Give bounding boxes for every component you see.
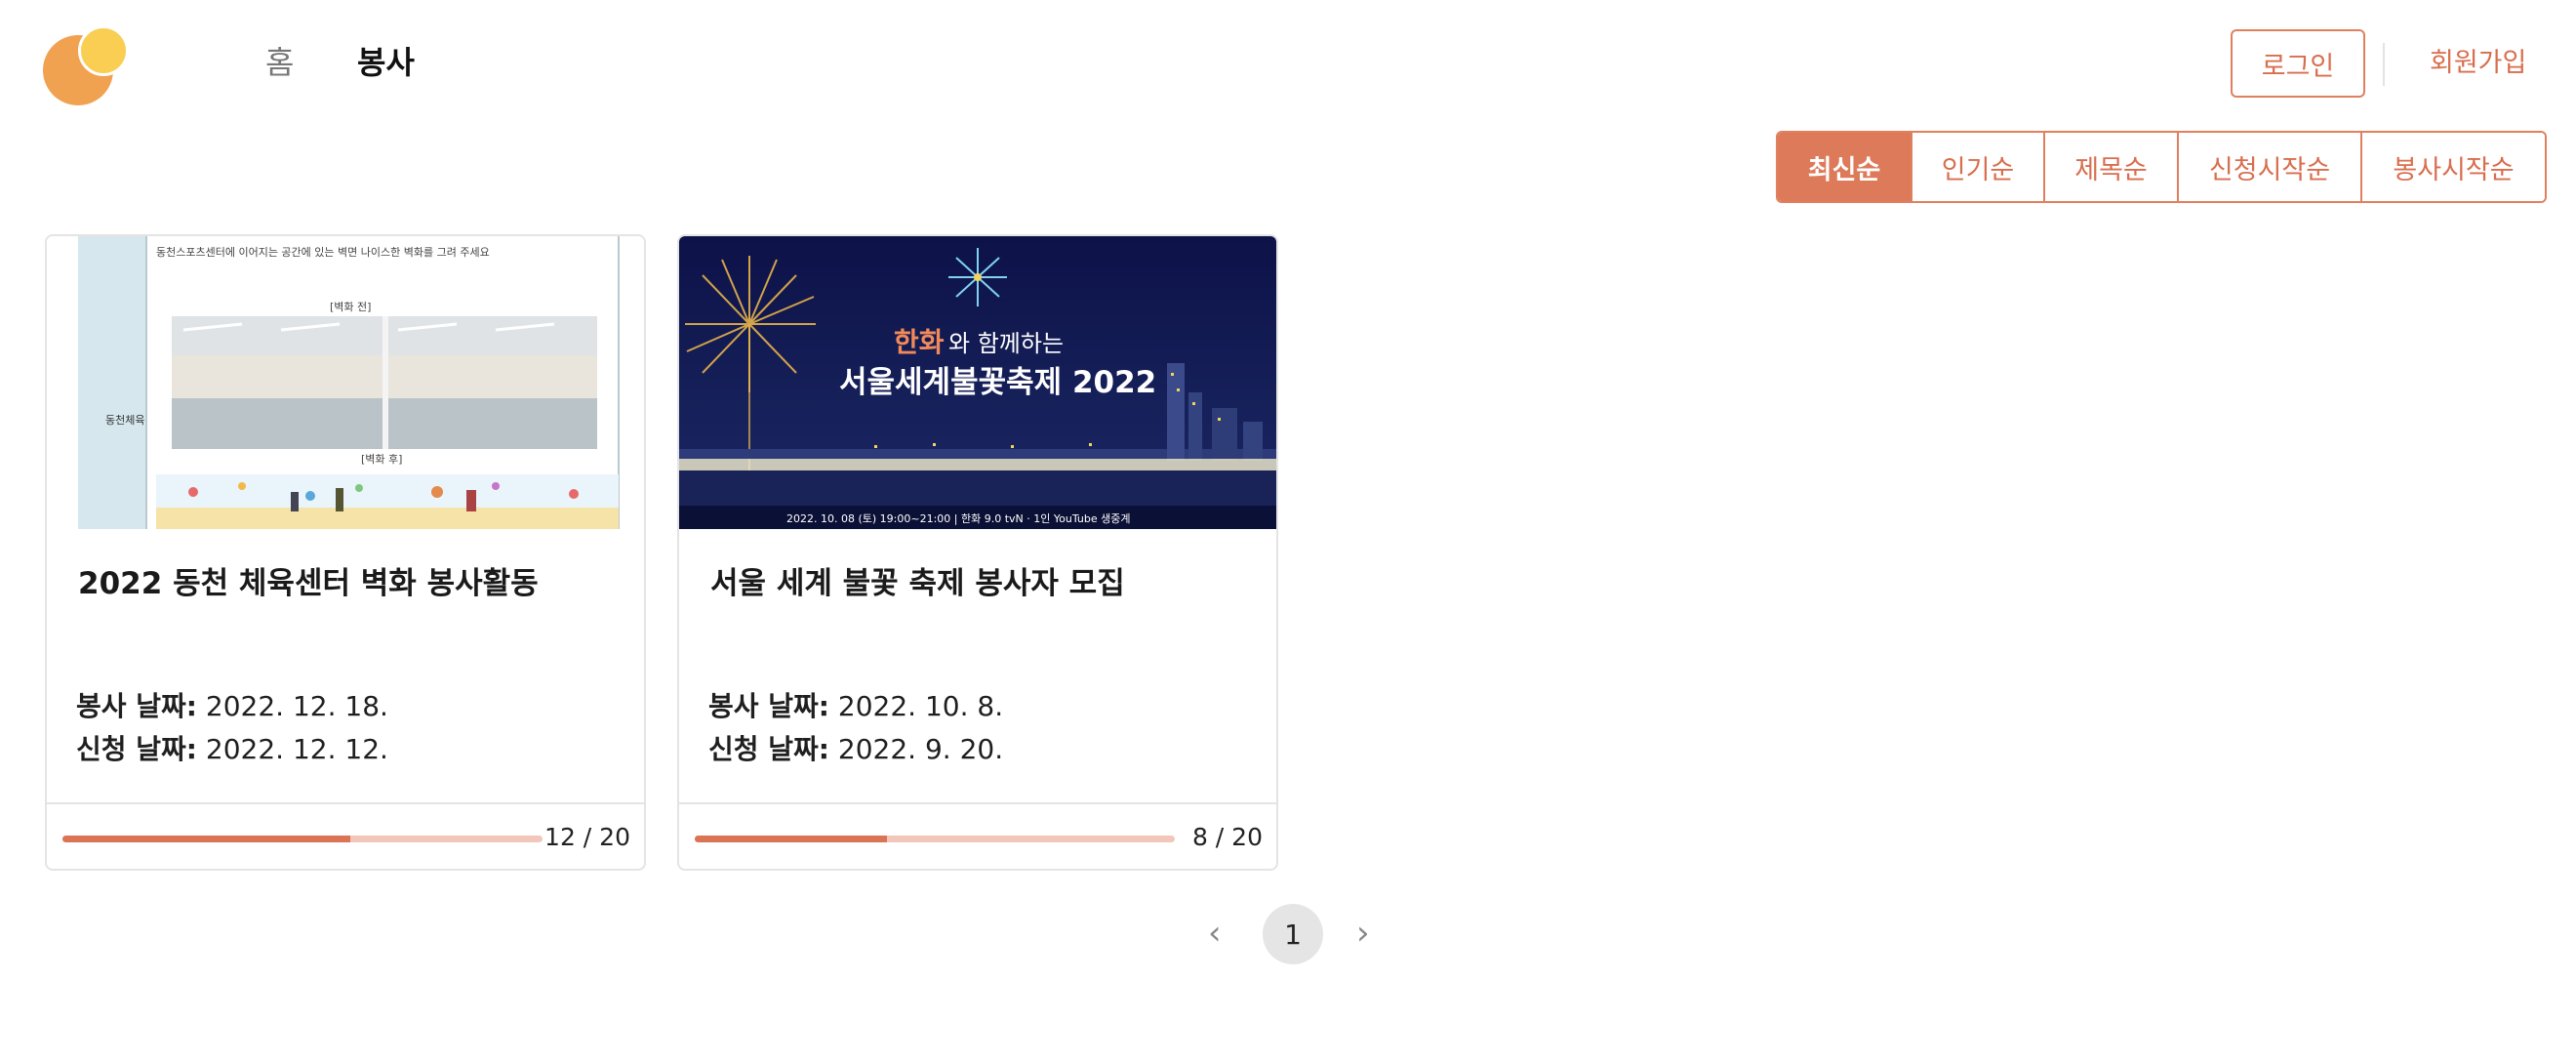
apply-date: 2022. 9. 20. — [837, 733, 1004, 765]
card-footer: 12 / 20 — [47, 802, 644, 869]
svg-text:동천체육: 동천체육 — [105, 413, 144, 427]
service-date-row: 봉사 날짜: 2022. 12. 18. — [76, 687, 388, 726]
volunteer-card[interactable]: 한화 와 함께하는 서울세계불꽃축제 2022 2022. 10. 08 (토)… — [677, 234, 1278, 871]
progress-bar — [62, 836, 543, 842]
pagination-prev-icon[interactable]: ‹ — [1208, 916, 1222, 951]
signup-link[interactable]: 회원가입 — [2430, 45, 2526, 82]
sort-latest[interactable]: 최신순 — [1778, 133, 1912, 201]
apply-date-row: 신청 날짜: 2022. 12. 12. — [76, 730, 388, 769]
apply-date-label: 신청 날짜: — [76, 733, 197, 765]
apply-date-label: 신청 날짜: — [708, 733, 829, 765]
apply-date: 2022. 12. 12. — [205, 733, 388, 765]
sort-apply-start[interactable]: 신청시작순 — [2179, 133, 2362, 201]
card-title[interactable]: 서울 세계 불꽃 축제 봉사자 모집 — [710, 562, 1125, 605]
sort-title[interactable]: 제목순 — [2045, 133, 2179, 201]
svg-text:와 함께하는: 와 함께하는 — [948, 330, 1064, 357]
pagination-page-current[interactable]: 1 — [1263, 904, 1323, 964]
sort-tabs: 최신순 인기순 제목순 신청시작순 봉사시작순 — [1776, 131, 2547, 203]
service-date: 2022. 10. 8. — [837, 690, 1004, 722]
svg-text:[벽화 후]: [벽화 후] — [361, 453, 402, 466]
svg-text:한화: 한화 — [894, 326, 945, 358]
participant-count: 8 / 20 — [1191, 823, 1263, 851]
card-image-mural: 동천체육 동천스포츠센터에 이어지는 공간에 있는 벽면 나이스한 벽화를 그려… — [47, 236, 644, 529]
progress-bar — [695, 836, 1175, 842]
nav-volunteer[interactable]: 봉사 — [357, 43, 415, 82]
participant-count: 12 / 20 — [544, 823, 630, 851]
header-divider — [2383, 43, 2385, 86]
sort-service-start[interactable]: 봉사시작순 — [2362, 133, 2545, 201]
card-image-fireworks: 한화 와 함께하는 서울세계불꽃축제 2022 2022. 10. 08 (토)… — [679, 236, 1276, 529]
svg-text:동천스포츠센터에 이어지는 공간에 있는 벽면 나이스한 벽: 동천스포츠센터에 이어지는 공간에 있는 벽면 나이스한 벽화를 그려 주세요 — [156, 245, 490, 259]
svg-text:서울세계불꽃축제 2022: 서울세계불꽃축제 2022 — [839, 365, 1156, 400]
login-button[interactable]: 로그인 — [2231, 29, 2365, 98]
card-footer: 8 / 20 — [679, 802, 1276, 869]
apply-date-row: 신청 날짜: 2022. 9. 20. — [708, 730, 1003, 769]
logo-yellow-circle — [78, 25, 129, 76]
service-date-label: 봉사 날짜: — [76, 690, 197, 722]
service-date-row: 봉사 날짜: 2022. 10. 8. — [708, 687, 1003, 726]
progress-fill — [695, 836, 887, 842]
pagination-next-icon[interactable]: › — [1356, 916, 1370, 951]
card-title[interactable]: 2022 동천 체육센터 벽화 봉사활동 — [78, 562, 539, 605]
volunteer-card[interactable]: 동천체육 동천스포츠센터에 이어지는 공간에 있는 벽면 나이스한 벽화를 그려… — [45, 234, 646, 871]
service-date: 2022. 12. 18. — [205, 690, 388, 722]
sort-popular[interactable]: 인기순 — [1912, 133, 2045, 201]
svg-text:[벽화 전]: [벽화 전] — [330, 301, 371, 313]
svg-text:2022. 10. 08 (토) 19:00~21:00: 2022. 10. 08 (토) 19:00~21:00 | 한화 9.0 tv… — [786, 512, 1130, 525]
progress-fill — [62, 836, 351, 842]
site-logo[interactable] — [43, 25, 131, 105]
nav-home[interactable]: 홈 — [265, 43, 294, 82]
service-date-label: 봉사 날짜: — [708, 690, 829, 722]
